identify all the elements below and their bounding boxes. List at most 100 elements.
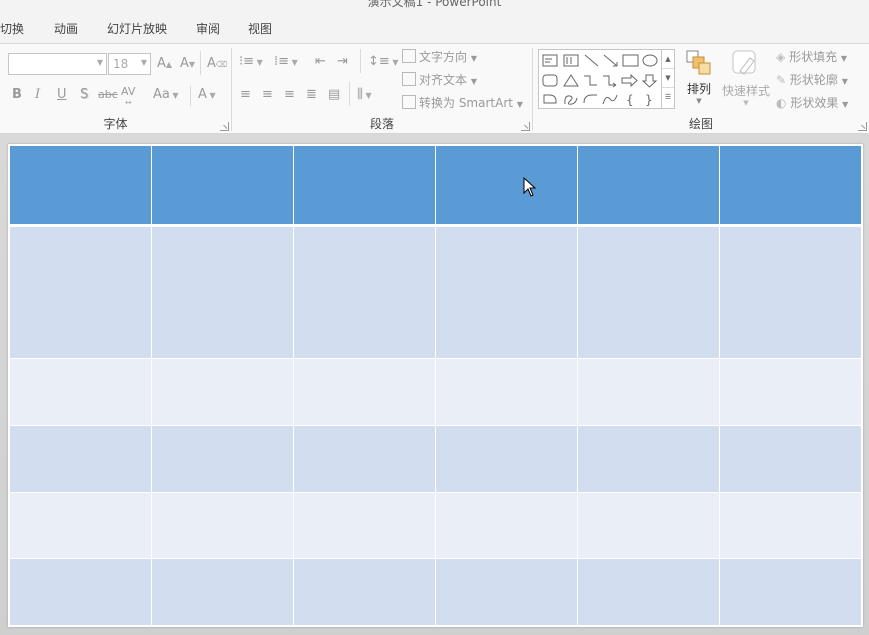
- table-header-cell[interactable]: [719, 145, 862, 227]
- italic-icon[interactable]: I: [35, 86, 40, 104]
- align-left-icon[interactable]: ≡: [240, 86, 251, 104]
- table-cell[interactable]: [577, 358, 720, 426]
- align-right-icon[interactable]: ≡: [284, 86, 295, 104]
- table-cell[interactable]: [9, 424, 152, 493]
- window-title-bar: 演示文稿1 - PowerPoint: [0, 0, 869, 12]
- table-row: [9, 224, 862, 360]
- grow-font-icon[interactable]: A▲: [157, 55, 172, 74]
- separator: [190, 86, 191, 106]
- underline-icon[interactable]: U: [57, 86, 67, 104]
- table-cell[interactable]: [151, 424, 294, 493]
- table-cell[interactable]: [9, 358, 152, 426]
- table-row: [9, 491, 862, 560]
- align-center-icon[interactable]: ≡: [262, 86, 273, 104]
- table-cell[interactable]: [435, 491, 578, 560]
- table-cell[interactable]: [577, 424, 720, 493]
- table-cell[interactable]: [293, 358, 436, 426]
- change-case-icon[interactable]: Aa ▼: [153, 86, 179, 105]
- table-header-cell[interactable]: [293, 145, 436, 227]
- font-dialog-launcher-icon[interactable]: [220, 122, 229, 131]
- align-text-label: 对齐文本: [419, 73, 468, 87]
- convert-smartart-label: 转换为 SmartArt: [419, 96, 513, 110]
- table-cell[interactable]: [293, 424, 436, 493]
- table-cell[interactable]: [151, 358, 294, 426]
- table-cell[interactable]: [9, 224, 152, 360]
- table-cell[interactable]: [719, 358, 862, 426]
- table-header-row: [9, 145, 862, 227]
- text-direction-label: 文字方向: [419, 50, 468, 64]
- tab-transitions[interactable]: 切换: [0, 20, 24, 37]
- bold-icon[interactable]: B: [12, 86, 22, 104]
- font-color-icon[interactable]: A ▼: [198, 86, 216, 105]
- text-direction-icon: [402, 49, 416, 63]
- drawing-dialog-launcher-icon[interactable]: [858, 122, 867, 131]
- tab-slideshow[interactable]: 幻灯片放映: [107, 20, 167, 37]
- line-spacing-icon[interactable]: ↕≡ ▼: [368, 53, 399, 72]
- table-cell[interactable]: [719, 558, 862, 626]
- paragraph-dialog-launcher-icon[interactable]: [521, 122, 530, 131]
- table-cell[interactable]: [435, 424, 578, 493]
- font-name-combo[interactable]: ▼: [8, 53, 107, 75]
- drawing-group-label: 绘图: [688, 117, 713, 131]
- align-text-icon: [402, 72, 416, 86]
- table-header-cell[interactable]: [9, 145, 152, 227]
- ribbon: ▼ 18 ▼ A▲ A▼ A⌫ B I U S abc AV ↔ Aa ▼ A ▼…: [0, 43, 869, 134]
- font-group-label: 字体: [103, 117, 128, 131]
- bullets-icon[interactable]: ⁝≡ ▼: [239, 53, 263, 72]
- numbering-icon[interactable]: ⁞≡ ▼: [274, 53, 298, 72]
- drawing-group: 绘图: [533, 44, 869, 134]
- distribute-icon[interactable]: ▤: [328, 86, 340, 104]
- tab-animations[interactable]: 动画: [54, 20, 78, 37]
- table-header-cell[interactable]: [151, 145, 294, 227]
- justify-icon[interactable]: ≣: [306, 86, 317, 104]
- table-cell[interactable]: [719, 224, 862, 360]
- text-direction-button[interactable]: 文字方向 ▼: [402, 48, 477, 65]
- table-cell[interactable]: [9, 491, 152, 560]
- slide[interactable]: [8, 144, 863, 627]
- separator: [349, 82, 350, 106]
- table-cell[interactable]: [293, 558, 436, 626]
- paragraph-group: ⁝≡ ▼ ⁞≡ ▼ ⇤ ⇥ ↕≡ ▼ 文字方向 ▼ 对齐文本 ▼ 转换为 Sma…: [232, 44, 532, 134]
- shrink-font-icon[interactable]: A▼: [180, 55, 195, 74]
- table-cell[interactable]: [151, 224, 294, 360]
- paragraph-group-label: 段落: [369, 117, 394, 131]
- table-cell[interactable]: [435, 358, 578, 426]
- convert-smartart-button[interactable]: 转换为 SmartArt ▼: [402, 94, 523, 111]
- font-size-combo[interactable]: 18 ▼: [108, 53, 151, 75]
- tab-review[interactable]: 审阅: [196, 20, 220, 37]
- increase-indent-icon[interactable]: ⇥: [337, 53, 348, 71]
- table-row: [9, 558, 862, 626]
- mouse-cursor-icon: [523, 177, 537, 197]
- window-title: 演示文稿1 - PowerPoint: [367, 0, 502, 9]
- table-cell[interactable]: [577, 558, 720, 626]
- slide-table[interactable]: [9, 145, 862, 626]
- table-cell[interactable]: [293, 491, 436, 560]
- chevron-down-icon: ▼: [140, 58, 147, 67]
- table-cell[interactable]: [719, 424, 862, 493]
- text-shadow-icon[interactable]: S: [80, 86, 88, 104]
- table-header-cell[interactable]: [577, 145, 720, 227]
- table-cell[interactable]: [435, 224, 578, 360]
- table-cell[interactable]: [293, 224, 436, 360]
- table-cell[interactable]: [151, 491, 294, 560]
- strikethrough-icon[interactable]: abc: [98, 86, 118, 104]
- table-row: [9, 424, 862, 493]
- table-cell[interactable]: [9, 558, 152, 626]
- columns-icon[interactable]: ⫼ ▼: [357, 86, 372, 105]
- decrease-indent-icon[interactable]: ⇤: [315, 53, 326, 71]
- chevron-down-icon: ▼: [96, 58, 103, 67]
- slide-editing-area: [0, 134, 869, 635]
- table-header-cell[interactable]: [435, 145, 578, 227]
- font-size-value: 18: [113, 57, 129, 71]
- table-cell[interactable]: [577, 224, 720, 360]
- font-group: ▼ 18 ▼ A▲ A▼ A⌫ B I U S abc AV ↔ Aa ▼ A ▼…: [0, 44, 231, 134]
- table-cell[interactable]: [435, 558, 578, 626]
- table-cell[interactable]: [577, 491, 720, 560]
- tab-view[interactable]: 视图: [248, 20, 272, 37]
- separator: [200, 51, 201, 75]
- table-cell[interactable]: [151, 558, 294, 626]
- align-text-button[interactable]: 对齐文本 ▼: [402, 71, 477, 88]
- clear-formatting-icon[interactable]: A⌫: [207, 55, 227, 74]
- table-cell[interactable]: [719, 491, 862, 560]
- table-row: [9, 358, 862, 426]
